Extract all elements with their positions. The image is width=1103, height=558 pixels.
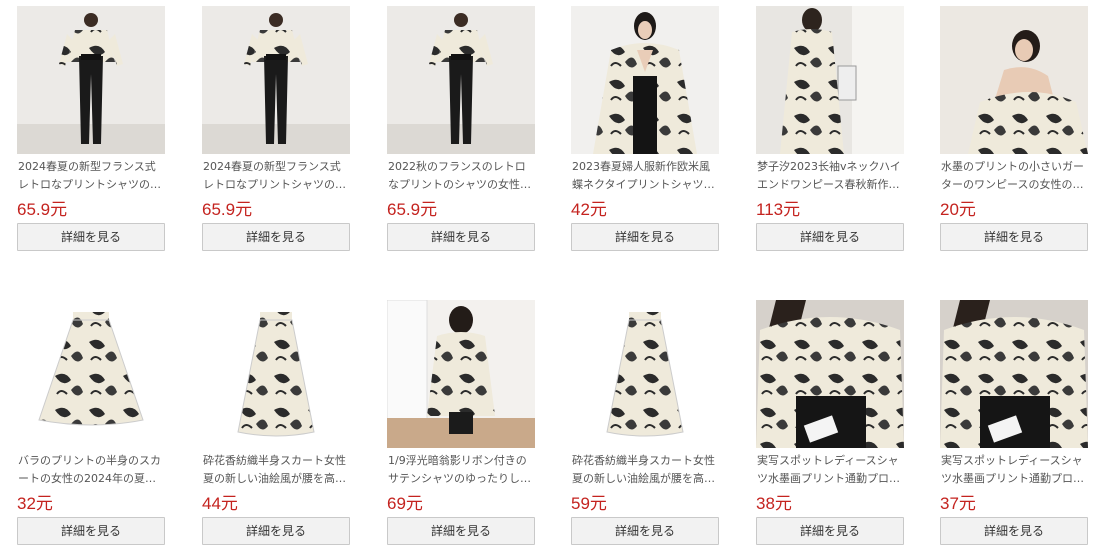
view-details-button[interactable]: 詳細を見る	[202, 517, 350, 545]
product-price: 65.9元	[202, 200, 253, 219]
product-image[interactable]	[387, 6, 535, 154]
product-title[interactable]: 実写スポットレディースシャツ水墨画プリント通勤プロ上着2023…	[940, 452, 1088, 488]
product-price: 32元	[17, 494, 53, 513]
product-price: 42元	[571, 200, 607, 219]
product-card[interactable]: 梦子汐2023长袖vネックハイエンドワンピース春秋新作高級感ロ… 113元 詳細…	[756, 6, 904, 251]
product-card[interactable]: 砕花香紡織半身スカート女性夏の新しい油絵風が腰を高くして… 44元 詳細を見る	[202, 300, 350, 545]
product-price: 59元	[571, 494, 607, 513]
product-price: 37元	[940, 494, 976, 513]
view-details-button[interactable]: 詳細を見る	[940, 517, 1088, 545]
view-details-button[interactable]: 詳細を見る	[17, 223, 165, 251]
product-title[interactable]: 実写スポットレディースシャツ水墨画プリント通勤プロ上着2023…	[756, 452, 904, 488]
view-details-button[interactable]: 詳細を見る	[387, 223, 535, 251]
product-card[interactable]: 実写スポットレディースシャツ水墨画プリント通勤プロ上着2023… 37元 詳細を…	[940, 300, 1088, 545]
product-card[interactable]: 2022秋のフランスのレトロなプリントのシャツの女性のデザイン感の… 65.9元…	[387, 6, 535, 251]
product-price: 65.9元	[17, 200, 68, 219]
product-title[interactable]: 2024春夏の新型フランス式レトロなプリントシャツの女性デザイ…	[202, 158, 350, 194]
product-image[interactable]	[571, 300, 719, 448]
product-price: 38元	[756, 494, 792, 513]
product-card[interactable]: 1/9浮光暗翁影リボン付きのサテンシャツのゆったりした大きいサイ… 69元 詳細…	[387, 300, 535, 545]
product-price: 69元	[387, 494, 423, 513]
product-price: 20元	[940, 200, 976, 219]
product-price: 113元	[756, 200, 801, 219]
product-card[interactable]: 砕花香紡織半身スカート女性夏の新しい油絵風が腰を高くして… 59元 詳細を見る	[571, 300, 719, 545]
product-price: 65.9元	[387, 200, 438, 219]
product-title[interactable]: バラのプリントの半身のスカートの女性の2024年の夏の新型の…	[17, 452, 165, 488]
product-image[interactable]	[17, 300, 165, 448]
product-title[interactable]: 2022秋のフランスのレトロなプリントのシャツの女性のデザイン感の…	[387, 158, 535, 194]
view-details-button[interactable]: 詳細を見る	[940, 223, 1088, 251]
view-details-button[interactable]: 詳細を見る	[571, 223, 719, 251]
product-title[interactable]: 1/9浮光暗翁影リボン付きのサテンシャツのゆったりした大きいサイ…	[387, 452, 535, 488]
product-image[interactable]	[17, 6, 165, 154]
product-card[interactable]: 水墨のプリントの小さいガーターのワンピースの女性の2023年の… 20元 詳細を…	[940, 6, 1088, 251]
product-card[interactable]: バラのプリントの半身のスカートの女性の2024年の夏の新型の… 32元 詳細を見…	[17, 300, 165, 545]
product-title[interactable]: 砕花香紡織半身スカート女性夏の新しい油絵風が腰を高くして…	[202, 452, 350, 488]
product-title[interactable]: 梦子汐2023长袖vネックハイエンドワンピース春秋新作高級感ロ…	[756, 158, 904, 194]
view-details-button[interactable]: 詳細を見る	[17, 517, 165, 545]
product-image[interactable]	[387, 300, 535, 448]
product-card[interactable]: 2023春夏婦人服新作欧米風蝶ネクタイプリントシャツ上着… 42元 詳細を見る	[571, 6, 719, 251]
product-image[interactable]	[756, 6, 904, 154]
view-details-button[interactable]: 詳細を見る	[387, 517, 535, 545]
product-card[interactable]: 2024春夏の新型フランス式レトロなプリントシャツの女性デザイ… 65.9元 詳…	[17, 6, 165, 251]
view-details-button[interactable]: 詳細を見る	[756, 517, 904, 545]
product-title[interactable]: 2024春夏の新型フランス式レトロなプリントシャツの女性デザイ…	[17, 158, 165, 194]
product-title[interactable]: 砕花香紡織半身スカート女性夏の新しい油絵風が腰を高くして…	[571, 452, 719, 488]
view-details-button[interactable]: 詳細を見る	[202, 223, 350, 251]
view-details-button[interactable]: 詳細を見る	[756, 223, 904, 251]
product-title[interactable]: 2023春夏婦人服新作欧米風蝶ネクタイプリントシャツ上着…	[571, 158, 719, 194]
product-image[interactable]	[202, 6, 350, 154]
product-price: 44元	[202, 494, 238, 513]
product-image[interactable]	[940, 300, 1088, 448]
product-card[interactable]: 2024春夏の新型フランス式レトロなプリントシャツの女性デザイ… 65.9元 詳…	[202, 6, 350, 251]
product-title[interactable]: 水墨のプリントの小さいガーターのワンピースの女性の2023年の…	[940, 158, 1088, 194]
product-grid: 2024春夏の新型フランス式レトロなプリントシャツの女性デザイ… 65.9元 詳…	[0, 0, 1103, 558]
product-image[interactable]	[756, 300, 904, 448]
view-details-button[interactable]: 詳細を見る	[571, 517, 719, 545]
product-image[interactable]	[202, 300, 350, 448]
product-image[interactable]	[940, 6, 1088, 154]
product-image[interactable]	[571, 6, 719, 154]
product-card[interactable]: 実写スポットレディースシャツ水墨画プリント通勤プロ上着2023… 38元 詳細を…	[756, 300, 904, 545]
